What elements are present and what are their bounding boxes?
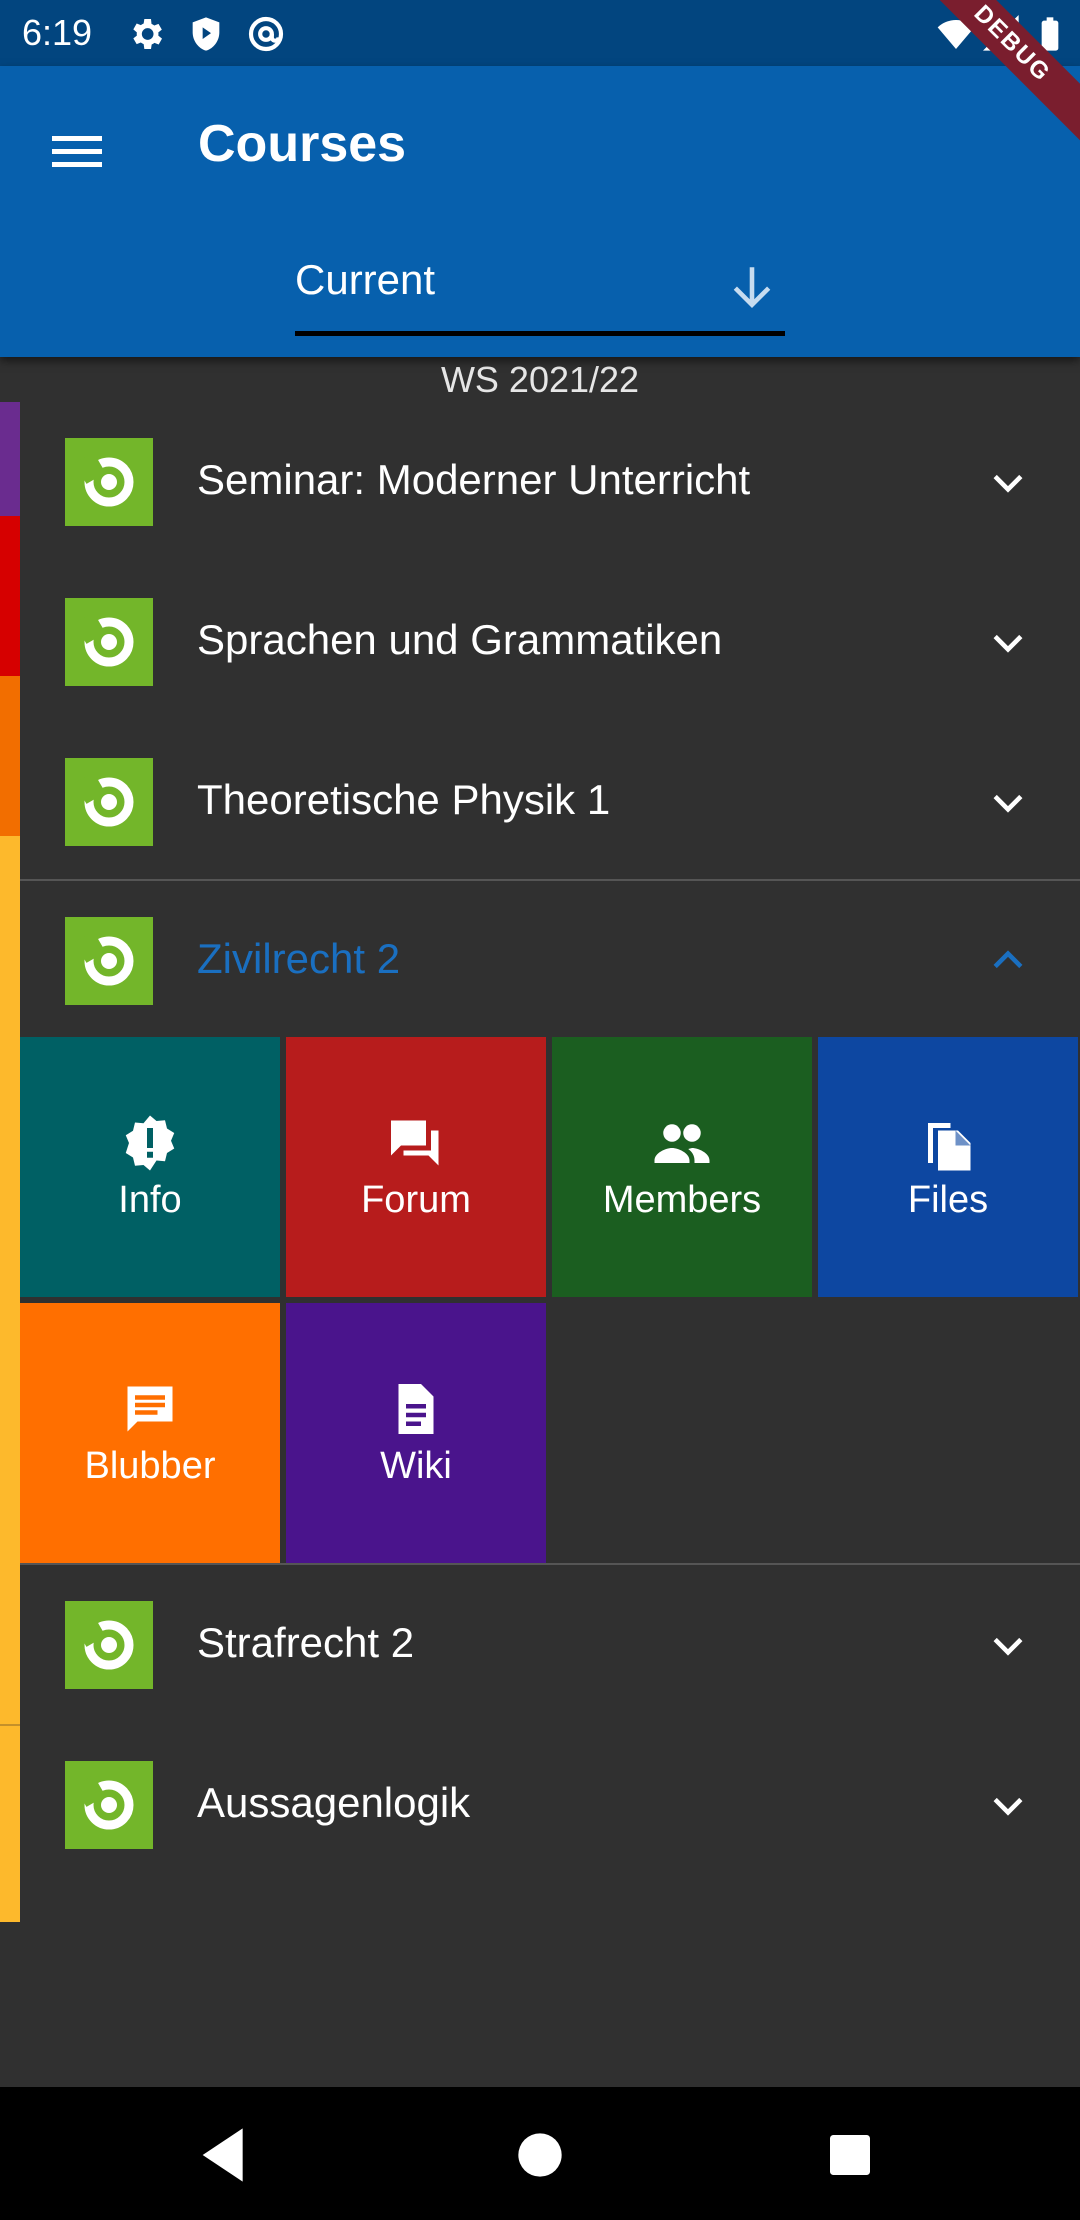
arrow-down-icon bbox=[733, 267, 771, 308]
document-icon bbox=[398, 1384, 434, 1434]
settings-icon bbox=[133, 19, 162, 49]
chevron-down-icon bbox=[993, 1797, 1023, 1816]
course-logo-icon bbox=[65, 438, 153, 526]
status-time: 6:19 bbox=[22, 12, 93, 53]
tile-label: Info bbox=[118, 1179, 182, 1221]
status-bar: 6:19 bbox=[0, 0, 1080, 66]
course-title: Strafrecht 2 bbox=[197, 1619, 415, 1666]
semester-dropdown-value: Current bbox=[295, 256, 436, 303]
tile-info[interactable]: Info bbox=[20, 1037, 280, 1297]
chevron-down-icon bbox=[993, 634, 1023, 653]
course-title: Seminar: Moderner Unterricht bbox=[197, 456, 751, 503]
at-sign-icon bbox=[248, 16, 284, 52]
tile-label: Members bbox=[602, 1179, 762, 1221]
info-badge-icon bbox=[125, 1115, 175, 1171]
tile-label: Forum bbox=[361, 1179, 471, 1221]
menu-button[interactable] bbox=[42, 116, 112, 186]
page-title: Courses bbox=[198, 115, 407, 173]
tile-label: Blubber bbox=[84, 1445, 216, 1487]
tile-blubber[interactable]: Blubber bbox=[20, 1303, 280, 1563]
course-row[interactable]: Strafrecht 2 bbox=[20, 1565, 1080, 1725]
tile-members[interactable]: Members bbox=[552, 1037, 812, 1297]
home-icon[interactable] bbox=[500, 2115, 580, 2195]
tile-label: Wiki bbox=[380, 1445, 452, 1487]
course-title: Zivilrecht 2 bbox=[197, 935, 401, 982]
course-row[interactable]: Zivilrecht 2 bbox=[20, 881, 1080, 1041]
course-color-bar bbox=[0, 516, 20, 676]
menu-icon bbox=[52, 136, 102, 141]
course-logo-icon bbox=[65, 758, 153, 846]
course-row[interactable]: Theoretische Physik 1 bbox=[20, 722, 1080, 882]
chevron-down-icon bbox=[993, 474, 1023, 493]
tile-label: Files bbox=[907, 1179, 989, 1221]
course-logo-icon bbox=[65, 1601, 153, 1689]
course-title: Aussagenlogik bbox=[197, 1779, 471, 1826]
people-icon bbox=[654, 1124, 710, 1163]
course-logo-icon bbox=[65, 917, 153, 1005]
tile-files[interactable]: Files bbox=[818, 1037, 1078, 1297]
system-nav-bar bbox=[0, 2087, 1080, 2220]
course-logo-icon bbox=[65, 598, 153, 686]
course-color-bar bbox=[0, 402, 20, 516]
app-bar: Courses Current bbox=[0, 66, 1080, 357]
course-title: Sprachen und Grammatiken bbox=[197, 616, 723, 663]
files-icon bbox=[928, 1123, 971, 1171]
chevron-up-icon bbox=[993, 950, 1023, 969]
course-row[interactable]: Sprachen und Grammatiken bbox=[20, 562, 1080, 722]
chat-icon bbox=[127, 1386, 173, 1432]
semester-group-label: WS 2021/22 bbox=[440, 359, 640, 400]
course-color-bar bbox=[0, 836, 20, 1922]
tile-forum[interactable]: Forum bbox=[286, 1037, 546, 1297]
course-row[interactable]: Seminar: Moderner Unterricht bbox=[20, 402, 1080, 562]
semester-dropdown[interactable]: Current bbox=[295, 256, 785, 336]
course-row[interactable]: Aussagenlogik bbox=[20, 1725, 1080, 1885]
course-logo-icon bbox=[65, 1761, 153, 1849]
course-list: WS 2021/22 Seminar: Moderner Unterricht … bbox=[0, 357, 1080, 2087]
course-color-bar bbox=[0, 676, 20, 836]
tile-wiki[interactable]: Wiki bbox=[286, 1303, 546, 1563]
chevron-down-icon bbox=[993, 794, 1023, 813]
shield-play-icon bbox=[192, 17, 220, 51]
chevron-down-icon bbox=[993, 1637, 1023, 1656]
recents-icon[interactable] bbox=[810, 2115, 890, 2195]
back-icon[interactable] bbox=[186, 2115, 266, 2195]
forum-icon bbox=[391, 1120, 439, 1166]
course-title: Theoretische Physik 1 bbox=[197, 776, 611, 823]
